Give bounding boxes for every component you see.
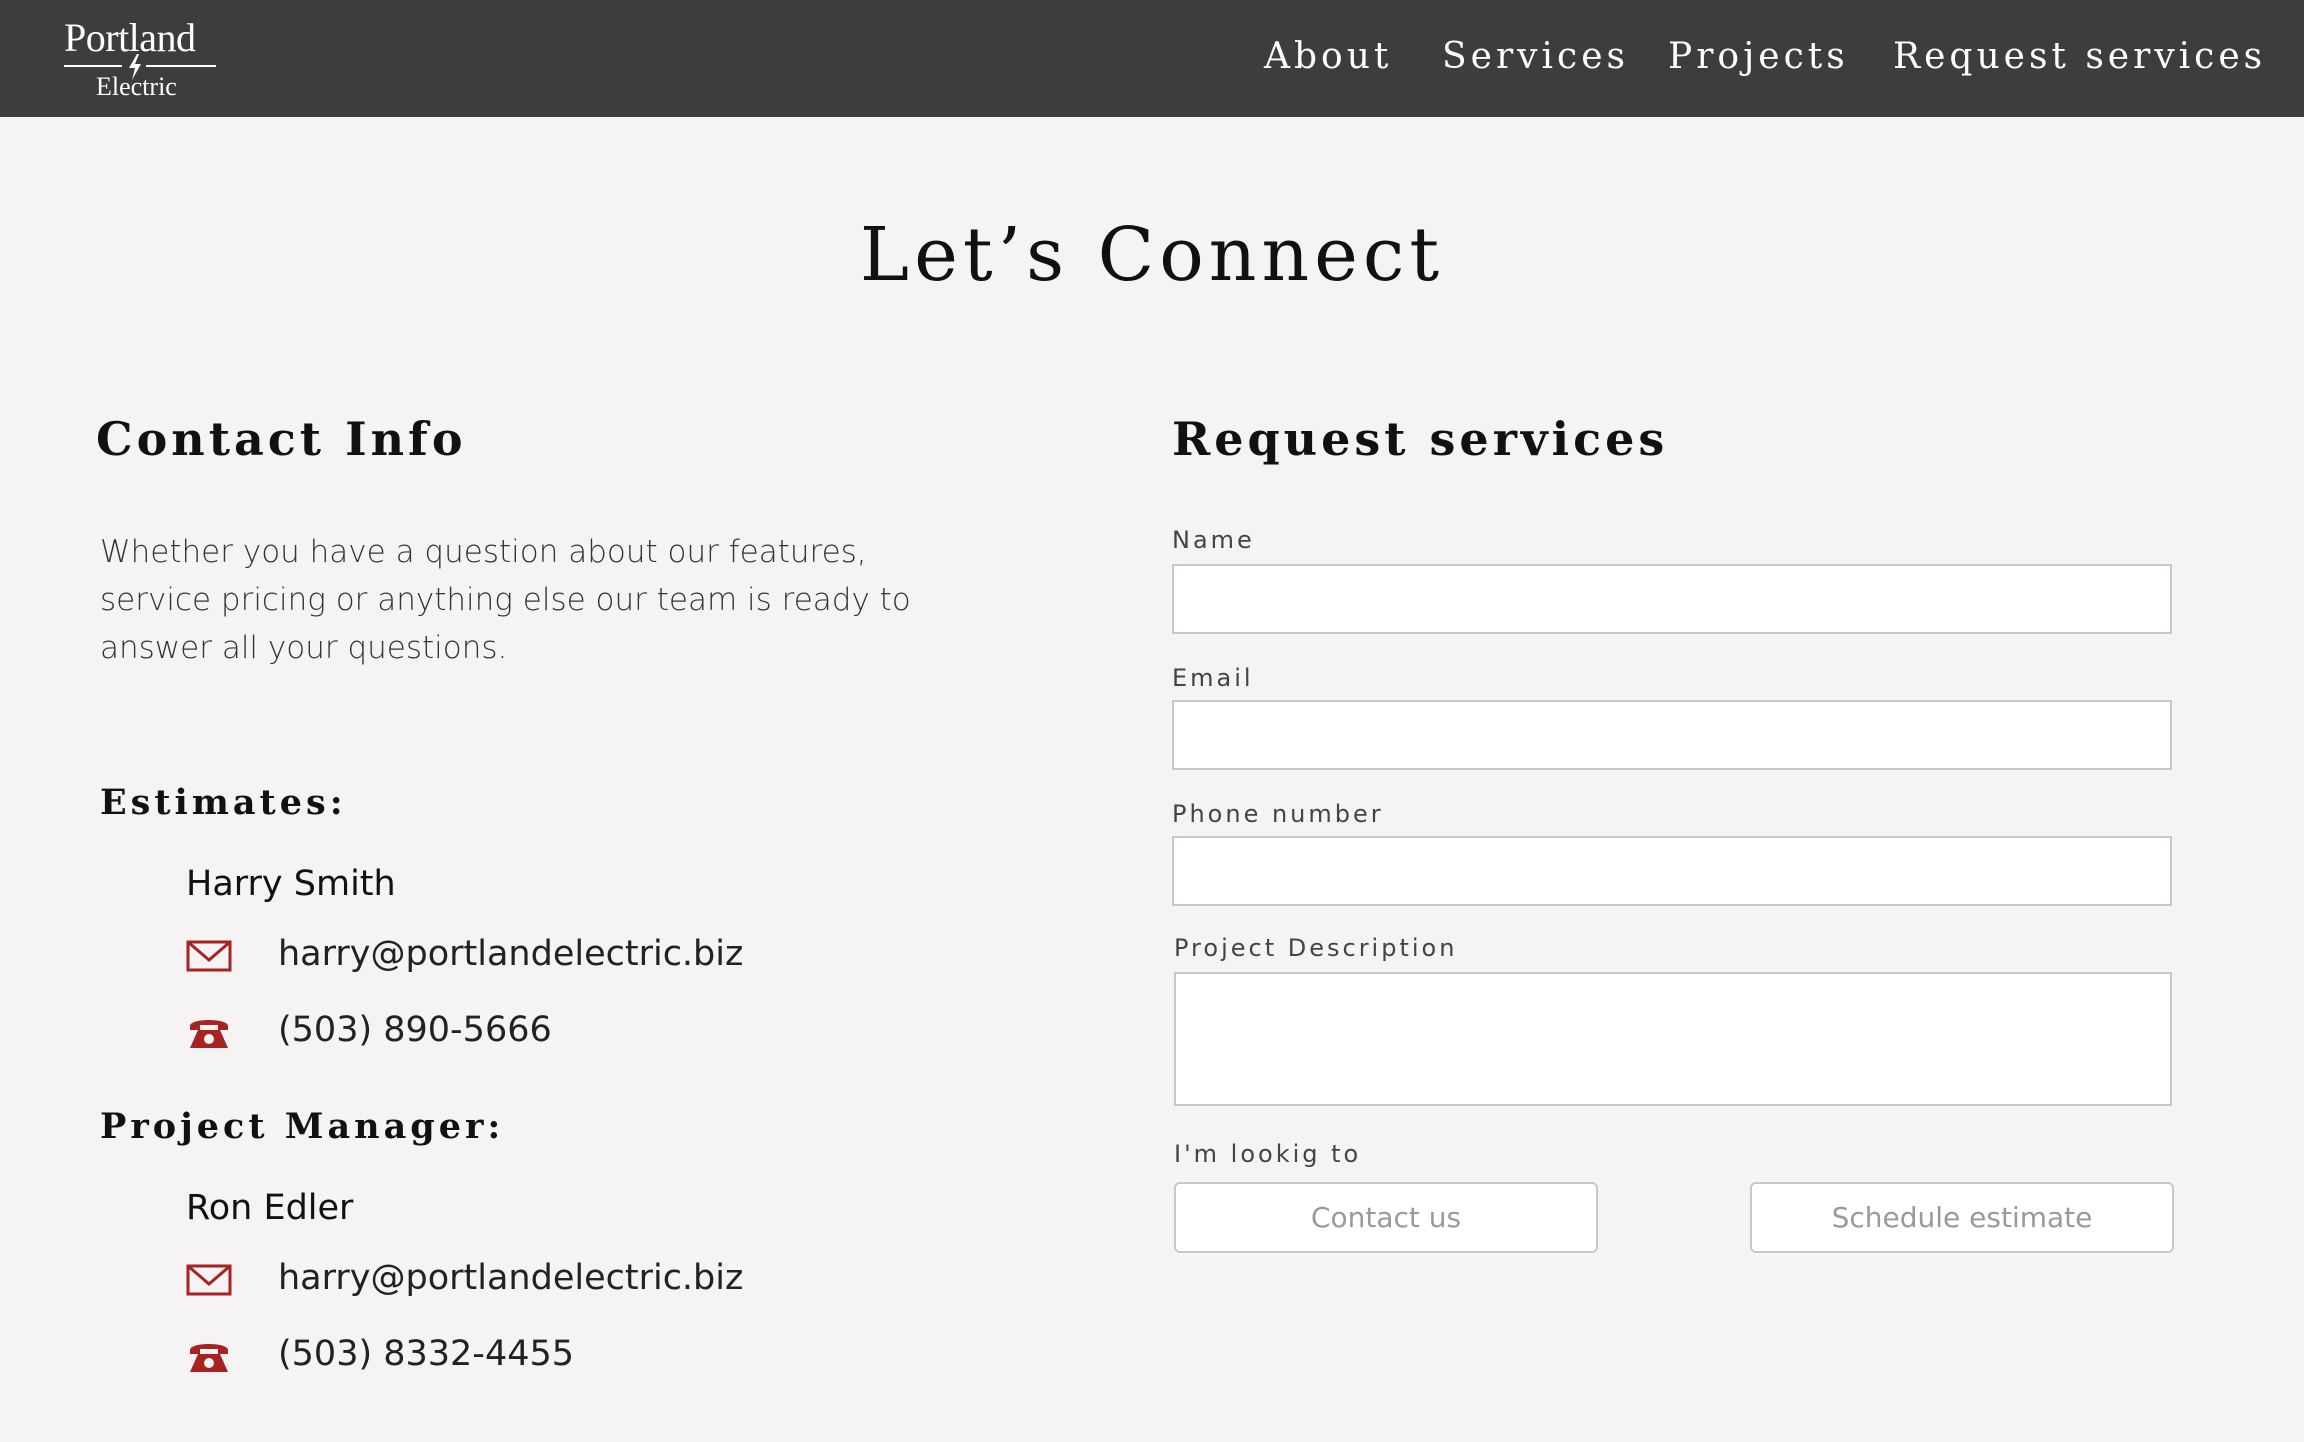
phone-label: Phone number [1172, 800, 1384, 828]
estimates-contact-name: Harry Smith [186, 864, 396, 904]
nav-link-projects[interactable]: Projects [1668, 36, 1849, 77]
project-manager-heading: Project Manager: [100, 1106, 505, 1147]
email-label: Email [1172, 664, 1254, 692]
name-label: Name [1172, 526, 1255, 554]
project-description-textarea[interactable] [1174, 972, 2172, 1106]
estimates-phone-row[interactable]: (503) 890-5666 [186, 1008, 886, 1058]
project-manager-name: Ron Edler [186, 1188, 354, 1228]
page-title: Let’s Connect [859, 212, 1445, 298]
estimates-phone[interactable]: (503) 890-5666 [278, 1010, 552, 1050]
top-navigation-bar: Portland Electric About Services Project… [0, 0, 2304, 117]
nav-link-about[interactable]: About [1264, 36, 1392, 77]
contact-us-button[interactable]: Contact us [1174, 1182, 1598, 1253]
email-input[interactable] [1172, 700, 2172, 770]
project-manager-phone-row[interactable]: (503) 8332-4455 [186, 1332, 886, 1382]
estimates-heading: Estimates: [100, 782, 347, 823]
estimates-email-row[interactable]: harry@portlandelectric.biz [186, 932, 886, 982]
looking-to-label: I'm lookig to [1174, 1140, 1362, 1168]
schedule-estimate-button[interactable]: Schedule estimate [1750, 1182, 2174, 1253]
project-manager-email[interactable]: harry@portlandelectric.biz [278, 1258, 743, 1298]
phone-input[interactable] [1172, 836, 2172, 906]
envelope-icon [186, 1264, 232, 1296]
contact-intro-text: Whether you have a question about our fe… [100, 534, 911, 666]
nav-link-request-services[interactable]: Request services [1893, 36, 2266, 77]
project-manager-phone[interactable]: (503) 8332-4455 [278, 1334, 574, 1374]
main-nav: About Services Projects Request services [0, 36, 2304, 80]
request-services-heading: Request services [1172, 412, 1669, 466]
name-input[interactable] [1172, 564, 2172, 634]
telephone-icon [190, 1344, 228, 1372]
envelope-icon [186, 940, 232, 972]
telephone-icon [190, 1020, 228, 1048]
project-manager-email-row[interactable]: harry@portlandelectric.biz [186, 1256, 886, 1306]
contact-info-heading: Contact Info [96, 412, 467, 466]
estimates-email[interactable]: harry@portlandelectric.biz [278, 934, 743, 974]
nav-link-services[interactable]: Services [1442, 36, 1629, 77]
project-description-label: Project Description [1174, 934, 1458, 962]
